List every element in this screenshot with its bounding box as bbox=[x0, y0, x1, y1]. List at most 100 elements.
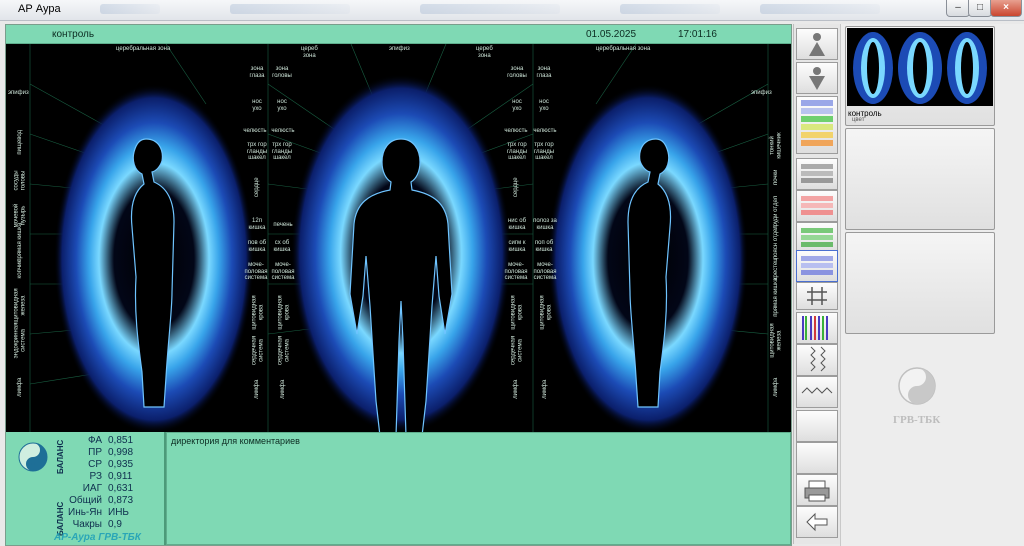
zone-label: сердце bbox=[512, 177, 519, 198]
blurred-tab bbox=[100, 4, 160, 14]
toolbar bbox=[793, 24, 840, 544]
back-button[interactable] bbox=[796, 506, 838, 538]
zone-label: трх гор гланды шакел bbox=[246, 142, 268, 161]
zone-label: церебральная зона bbox=[116, 46, 171, 52]
zone-label: сердце bbox=[253, 177, 260, 198]
green-scale-icon bbox=[801, 228, 833, 247]
metric-row: ПР 0,998 bbox=[64, 447, 133, 458]
metric-row: РЗ 0,911 bbox=[64, 471, 133, 482]
zone-label: моче- половая система bbox=[533, 262, 557, 281]
zone-label: пов об кишка bbox=[247, 240, 267, 253]
print-icon bbox=[804, 480, 830, 502]
print-button[interactable] bbox=[796, 474, 838, 506]
metric-key: Инь-Ян bbox=[68, 507, 102, 518]
zone-label: лимфа bbox=[541, 379, 548, 399]
zone-label: лимфа bbox=[253, 379, 260, 399]
thumbnail-sublabel: цвет bbox=[852, 117, 865, 123]
metric-row: СР 0,935 bbox=[64, 459, 133, 470]
waves-button[interactable] bbox=[796, 344, 838, 376]
metric-value: 0,935 bbox=[108, 459, 134, 470]
zone-label: сердечная система bbox=[251, 335, 265, 366]
bottom-panel: БАЛАНС БАЛАНС ФА 0,851 ПР 0,998 СР 0,935 РЗ… bbox=[6, 432, 791, 545]
header-date: 01.05.2025 bbox=[586, 29, 637, 40]
close-button[interactable]: × bbox=[990, 0, 1022, 17]
color-scale-button[interactable] bbox=[796, 96, 838, 154]
zone-label: нис об кишка bbox=[507, 218, 527, 231]
zone-label: зона глаза bbox=[536, 66, 552, 79]
spectrum-button[interactable] bbox=[796, 312, 838, 344]
zone-label: моче- половая система bbox=[244, 262, 268, 281]
thumbnail-item[interactable]: контроль цвет bbox=[845, 26, 995, 126]
zone-label: зона глаза bbox=[249, 66, 265, 79]
grid-button[interactable] bbox=[796, 282, 838, 310]
zone-label: почки bbox=[772, 169, 779, 186]
zone-label: щитовидная крова bbox=[539, 295, 553, 330]
metric-value: 0,873 bbox=[108, 495, 134, 506]
red-scale-button[interactable] bbox=[796, 190, 838, 222]
zone-label: полоз за кишка bbox=[533, 218, 557, 231]
zone-label: лимфа bbox=[279, 379, 286, 399]
metric-key: СР bbox=[88, 459, 102, 470]
thumbnail-preview bbox=[847, 28, 993, 106]
zone-label: прямая кишка bbox=[772, 277, 779, 317]
zone-label: сосуды головы bbox=[13, 170, 27, 191]
zone-label: лимфа bbox=[512, 379, 519, 399]
logo-text: ГРВ-ТБК bbox=[893, 414, 941, 426]
zone-label: 12п кишка bbox=[248, 218, 266, 231]
thumbnail-slot-empty[interactable] bbox=[845, 232, 995, 334]
red-scale-icon bbox=[801, 196, 833, 215]
zone-label: зона головы bbox=[507, 66, 527, 79]
zone-label: сердечная система bbox=[277, 335, 291, 366]
aura-view[interactable]: церебральная зона эпифиз пищевод сосуды … bbox=[6, 44, 791, 432]
zone-label: цереб зона bbox=[301, 46, 318, 59]
yin-yang-icon bbox=[18, 442, 48, 472]
gray-scale-button[interactable] bbox=[796, 158, 838, 190]
zone-label: щитовидная крова bbox=[251, 295, 265, 330]
blurred-tab bbox=[620, 4, 720, 14]
zone-label: трх гор гланды шакел bbox=[506, 142, 528, 161]
person-down-button[interactable] bbox=[796, 62, 838, 94]
comment-area[interactable]: директория для комментариев bbox=[166, 432, 791, 545]
zone-label: церебральная зона bbox=[596, 46, 651, 52]
zone-label: эпифиз bbox=[751, 90, 772, 96]
zone-label: сигм к кишка bbox=[508, 240, 526, 253]
zone-label: трх гор гланды шакел bbox=[271, 142, 293, 161]
zone-label: пищевод bbox=[16, 129, 23, 155]
blue-scale-button[interactable] bbox=[796, 250, 838, 282]
zone-label: челюсть bbox=[533, 128, 557, 134]
wave-button[interactable] bbox=[796, 376, 838, 408]
zone-label: нос ухо bbox=[512, 99, 522, 112]
grid-icon bbox=[807, 287, 827, 305]
aura-graphic bbox=[29, 44, 769, 432]
zone-label: щитовидная железа bbox=[13, 288, 27, 323]
blue-scale-icon bbox=[801, 256, 833, 275]
metric-value: 0,9 bbox=[108, 519, 122, 530]
zone-label: зона головы bbox=[272, 66, 292, 79]
yin-yang-logo-icon bbox=[898, 367, 936, 405]
zone-label: нос ухо bbox=[277, 99, 287, 112]
zone-label: копчик bbox=[16, 260, 23, 279]
empty-button[interactable] bbox=[796, 410, 838, 442]
color-scale-icon bbox=[801, 100, 833, 146]
spectrum-icon bbox=[802, 316, 828, 340]
metric-row: ФА 0,851 bbox=[64, 435, 133, 446]
header-bar: контроль 01.05.2025 17:01:16 bbox=[6, 25, 791, 44]
zone-label: эпифиз bbox=[8, 90, 29, 96]
maximize-button[interactable]: □ bbox=[968, 0, 992, 17]
minimize-button[interactable]: – bbox=[946, 0, 970, 17]
zone-label: челюсть bbox=[271, 128, 295, 134]
empty-button[interactable] bbox=[796, 442, 838, 474]
gray-scale-icon bbox=[801, 164, 833, 183]
zone-label: цереб зона bbox=[476, 46, 493, 59]
metric-row: Чакры 0,9 bbox=[64, 519, 122, 530]
person-up-button[interactable] bbox=[796, 28, 838, 60]
thumbnail-slot-empty[interactable] bbox=[845, 128, 995, 230]
zone-label: эндокринная система bbox=[13, 322, 27, 359]
metric-value: 0,851 bbox=[108, 435, 134, 446]
blurred-tab bbox=[230, 4, 350, 14]
header-time: 17:01:16 bbox=[678, 29, 717, 40]
zone-label: печень bbox=[273, 222, 293, 228]
zone-label: моче- половая система bbox=[271, 262, 295, 281]
metric-key: ИАГ bbox=[82, 483, 102, 494]
metric-value: 0,998 bbox=[108, 447, 134, 458]
